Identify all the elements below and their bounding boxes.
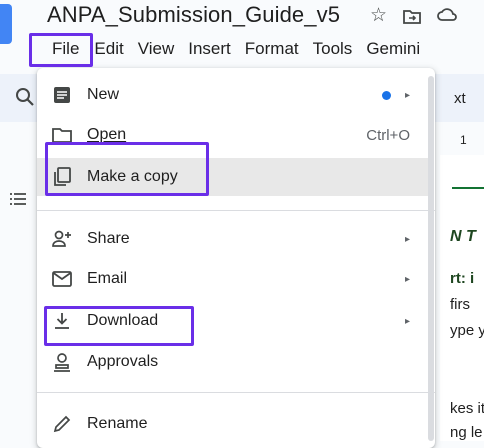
document-icon [52, 85, 72, 105]
menu-item-label: Approvals [87, 353, 159, 370]
menu-item-label: Rename [87, 415, 148, 432]
menubar: File Edit View Insert Format Tools Gemin… [44, 36, 427, 62]
star-icon[interactable]: ☆ [370, 4, 387, 28]
annotation-box-download [44, 306, 194, 346]
docs-logo[interactable] [0, 4, 12, 44]
file-menu: New ▸ Open Ctrl+O Make a copy Share ▸ Em… [37, 68, 435, 448]
doc-text-line: firs [450, 296, 470, 313]
annotation-box-file [29, 33, 93, 67]
doc-text-line: N T [450, 228, 476, 245]
new-badge-dot [382, 91, 391, 100]
menu-divider [37, 210, 435, 211]
doc-text-line: rt: i [450, 270, 475, 287]
menu-tools[interactable]: Tools [306, 39, 360, 59]
menu-item-label: Email [87, 270, 128, 287]
submenu-arrow-icon: ▸ [404, 273, 410, 285]
approvals-icon [52, 352, 72, 372]
email-icon [52, 269, 72, 289]
menu-view[interactable]: View [131, 39, 182, 59]
menu-item-label: Share [87, 230, 130, 247]
menu-format[interactable]: Format [238, 39, 306, 59]
doc-text-line: ng le [450, 424, 483, 441]
menu-insert[interactable]: Insert [181, 39, 238, 59]
outline-icon[interactable] [10, 192, 26, 206]
cloud-status-icon[interactable] [436, 4, 458, 31]
submenu-arrow-icon: ▸ [404, 315, 410, 327]
move-to-folder-icon[interactable] [403, 8, 421, 32]
annotation-box-make-a-copy [45, 142, 209, 196]
doc-text-line: ype y [450, 322, 484, 339]
menu-gemini[interactable]: Gemini [359, 39, 427, 59]
share-person-icon [52, 229, 72, 249]
heading-rule [452, 187, 484, 189]
shortcut-label: Ctrl+O [366, 126, 410, 144]
menu-item-rename[interactable]: Rename [37, 407, 435, 441]
menu-item-approvals[interactable]: Approvals [37, 345, 435, 379]
menu-divider [37, 392, 435, 393]
pencil-icon [52, 414, 72, 434]
search-icon[interactable] [14, 86, 36, 108]
menu-item-email[interactable]: Email ▸ [37, 262, 435, 296]
menu-item-new[interactable]: New ▸ [37, 78, 435, 112]
menu-item-label: New [87, 86, 120, 103]
submenu-arrow-icon: ▸ [404, 233, 410, 245]
toolbar-partial-text: xt [454, 90, 466, 107]
ruler-number: 1 [460, 133, 467, 147]
menu-edit[interactable]: Edit [87, 39, 130, 59]
menu-scrollbar[interactable] [428, 76, 434, 441]
submenu-arrow-icon: ▸ [404, 89, 410, 101]
doc-text-line: kes it [450, 400, 484, 417]
menu-item-share[interactable]: Share ▸ [37, 222, 435, 256]
document-title[interactable]: ANPA_Submission_Guide_v5 [47, 2, 340, 28]
